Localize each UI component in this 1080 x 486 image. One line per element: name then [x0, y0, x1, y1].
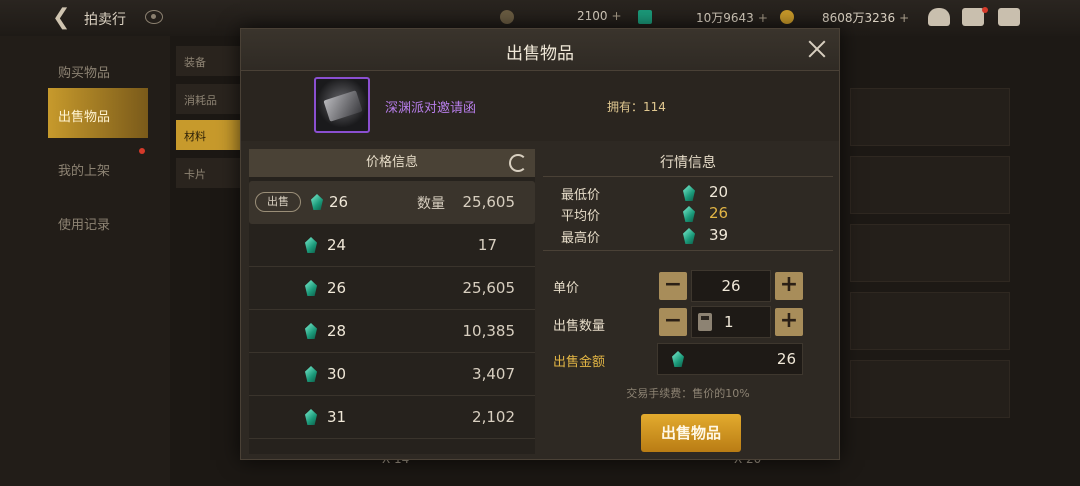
price-value: 24	[327, 236, 347, 254]
qty-value: 3,407	[472, 365, 515, 383]
notification-dot	[139, 148, 145, 154]
total-value: 26	[776, 350, 796, 368]
gem-icon	[683, 185, 695, 201]
dialog-title: 出售物品	[506, 44, 574, 64]
unit-price-minus-button[interactable]: −	[659, 272, 687, 300]
price-value: 28	[327, 322, 347, 340]
price-value: 31	[327, 408, 347, 426]
gold-coin-icon	[500, 10, 514, 24]
unit-price-plus-button[interactable]: +	[775, 272, 803, 300]
sell-tag: 出售	[255, 192, 301, 212]
price-row[interactable]: 28 10,385	[249, 310, 535, 353]
dialog-header: 出售物品	[241, 29, 839, 71]
qty-plus-button[interactable]: +	[775, 308, 803, 336]
gem-icon	[638, 10, 652, 24]
refresh-icon[interactable]	[509, 154, 527, 172]
sidebar: 购买物品 出售物品 我的上架 使用记录	[0, 36, 170, 486]
avg-price-value: 26	[709, 204, 729, 222]
sidebar-item-buy[interactable]: 购买物品	[48, 44, 148, 94]
market-info-panel: 行情信息 最低价 20 平均价 26 最高价 39 单价 − 26 + 出售数量…	[543, 149, 833, 454]
eye-icon[interactable]	[145, 10, 163, 24]
shop-icon[interactable]	[928, 8, 950, 26]
qty-value: 17	[477, 236, 497, 254]
avg-price-label: 平均价	[561, 209, 601, 224]
price-row[interactable]: 24 17	[249, 224, 535, 267]
unit-price-input[interactable]: 26	[691, 270, 771, 302]
owned-count: 拥有：114	[607, 100, 666, 114]
listing-slot	[850, 224, 1010, 282]
qty-value: 1	[724, 313, 734, 331]
price-row[interactable]: 出售 26 数量 25,605	[249, 181, 535, 224]
gem-icon	[305, 409, 317, 425]
mail-icon[interactable]	[962, 8, 984, 26]
item-thumbnail	[314, 77, 370, 133]
gem-icon	[683, 228, 695, 244]
gem-icon	[305, 280, 317, 296]
price-value: 30	[327, 365, 347, 383]
listing-slot	[850, 292, 1010, 350]
sidebar-item-history[interactable]: 使用记录	[48, 196, 148, 246]
subtab-column: 装备 消耗品 材料 卡片	[170, 36, 240, 486]
max-price-value: 39	[709, 226, 729, 244]
gem-icon	[305, 237, 317, 253]
qty-value: 25,605	[462, 193, 516, 211]
qty-minus-button[interactable]: −	[659, 308, 687, 336]
price-info-title: 价格信息	[365, 155, 418, 170]
qty-input[interactable]: 1	[691, 306, 771, 338]
price-info-header: 价格信息	[249, 149, 535, 177]
currency-2-value: 10万9643 +	[696, 11, 768, 25]
gem-icon	[683, 206, 695, 222]
item-name: 深渊派对邀请函	[385, 101, 477, 116]
sell-qty-label: 出售数量	[553, 319, 606, 334]
unit-price-label: 单价	[553, 281, 580, 296]
back-arrow-icon[interactable]: ❮	[52, 6, 76, 30]
market-info-title: 行情信息	[543, 149, 833, 177]
chat-icon[interactable]	[998, 8, 1020, 26]
subtab-consumables[interactable]: 消耗品	[176, 84, 240, 114]
app-title: 拍卖行	[84, 12, 126, 28]
price-info-panel: 价格信息 出售 26 数量 25,605 24 17 26 25,605 28 …	[249, 149, 535, 454]
price-row[interactable]: 31 2,102	[249, 396, 535, 439]
gem-icon	[311, 194, 323, 210]
subtab-equipment[interactable]: 装备	[176, 46, 240, 76]
price-value: 26	[327, 279, 347, 297]
qty-value: 25,605	[462, 279, 516, 297]
total-label: 出售金额	[553, 355, 606, 370]
calculator-icon[interactable]	[698, 313, 712, 331]
price-row[interactable]: 26 25,605	[249, 267, 535, 310]
sell-item-dialog: 出售物品 深渊派对邀请函 拥有：114 价格信息 出售 26 数量 25,605…	[240, 28, 840, 460]
listing-slot	[850, 360, 1010, 418]
sidebar-item-my-listings[interactable]: 我的上架	[48, 142, 148, 192]
max-price-label: 最高价	[561, 231, 601, 246]
listing-slot	[850, 156, 1010, 214]
transaction-fee-note: 交易手续费：售价的10%	[626, 387, 750, 400]
price-row[interactable]: 30 3,407	[249, 353, 535, 396]
divider	[543, 250, 833, 251]
close-icon[interactable]	[805, 37, 829, 61]
qty-label: 数量	[417, 196, 445, 212]
subtab-cards[interactable]: 卡片	[176, 158, 240, 188]
gem-icon	[305, 366, 317, 382]
price-value: 26	[329, 193, 349, 211]
notification-dot	[982, 7, 988, 13]
qty-value: 2,102	[472, 408, 515, 426]
sell-item-button[interactable]: 出售物品	[641, 414, 741, 452]
gem-icon	[305, 323, 317, 339]
listing-slot	[850, 88, 1010, 146]
sidebar-item-sell[interactable]: 出售物品	[48, 88, 148, 138]
subtab-materials[interactable]: 材料	[176, 120, 240, 150]
total-amount-field: 26	[657, 343, 803, 375]
currency-1-value: 2100 +	[577, 9, 622, 23]
gem-icon	[672, 351, 684, 367]
coin-icon	[780, 10, 794, 24]
min-price-value: 20	[709, 183, 729, 201]
item-info: 深渊派对邀请函 拥有：114	[241, 71, 839, 141]
qty-value: 10,385	[462, 322, 516, 340]
currency-3-value: 8608万3236 +	[822, 11, 910, 25]
min-price-label: 最低价	[561, 188, 601, 203]
